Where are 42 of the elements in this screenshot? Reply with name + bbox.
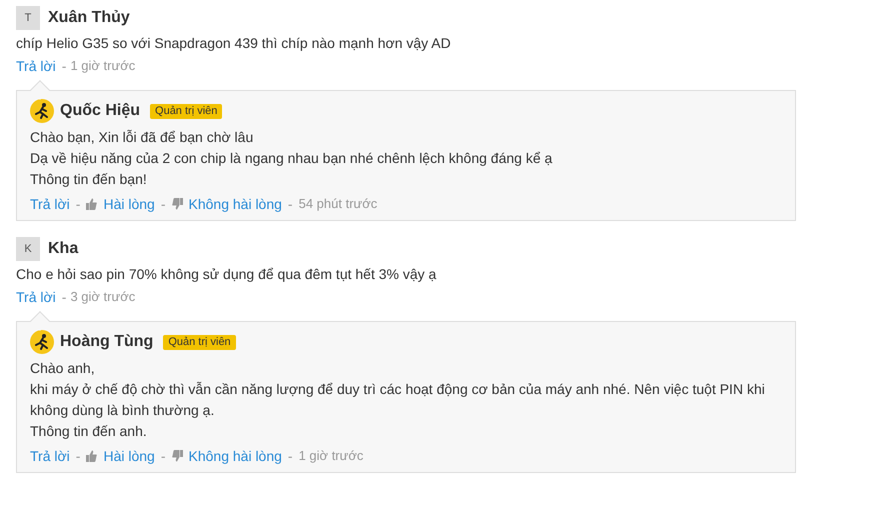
timestamp: 1 giờ trước <box>70 57 136 75</box>
author-name: Hoàng Tùng <box>60 332 154 352</box>
comment-text: chíp Helio G35 so với Snapdragon 439 thì chíp nào mạnh hơn vậy AD <box>16 34 452 53</box>
separator: - <box>62 288 66 307</box>
admin-badge: Quản trị viên <box>150 104 222 118</box>
separator: - <box>76 195 80 214</box>
reply-text: khi máy ở chế độ chờ thì vẫn cần năng lượng để duy trì các hoạt động cơ bản của máy anh nhé. Nên việc tuột PIN khi không dùng là bình thường ạ. <box>30 380 766 420</box>
like-link[interactable]: Hài lòng <box>103 194 155 214</box>
thumbs-down-icon <box>172 198 182 210</box>
reply-text: Dạ về hiệu năng của 2 con chip là ngang nhau bạn nhé chênh lệch không đáng kể ạ <box>30 149 554 168</box>
thumbs-up-icon <box>86 198 98 210</box>
comment-text: Cho e hỏi sao pin 70% không sử dụng để qua đêm tụt hết 3% vậy ạ <box>16 265 438 284</box>
separator: - <box>288 447 293 466</box>
reply-text: Chào bạn, Xin lỗi đã để bạn chờ lâu <box>30 128 254 147</box>
separator: - <box>76 447 80 466</box>
timestamp: 3 giờ trước <box>70 288 136 306</box>
separator: - <box>62 57 66 76</box>
reply-link[interactable]: Trả lời <box>30 194 70 214</box>
author-name: Kha <box>48 239 78 259</box>
separator: - <box>160 447 166 466</box>
runner-avatar-icon <box>30 99 54 123</box>
avatar-initial: K <box>16 237 40 261</box>
reply-link[interactable]: Trả lời <box>30 446 70 466</box>
reply-link[interactable]: Trả lời <box>16 287 56 307</box>
reply-text: Chào anh, <box>30 359 96 378</box>
runner-avatar-icon <box>30 330 54 354</box>
separator: - <box>160 195 166 214</box>
dislike-link[interactable]: Không hài lòng <box>188 194 282 214</box>
dislike-link[interactable]: Không hài lòng <box>188 446 282 466</box>
avatar-initial: T <box>16 6 40 30</box>
author-name: Xuân Thủy <box>48 8 130 28</box>
reply-link[interactable]: Trả lời <box>16 56 56 76</box>
reply-text: Thông tin đến bạn! <box>30 170 148 189</box>
timestamp: 1 giờ trước <box>298 447 364 465</box>
reply-text: Thông tin đến anh. <box>30 422 148 441</box>
admin-badge: Quản trị viên <box>163 334 236 350</box>
like-link[interactable]: Hài lòng <box>103 446 155 466</box>
author-name: Quốc Hiệu <box>60 101 140 121</box>
thumbs-up-icon <box>86 450 98 462</box>
separator: - <box>288 195 293 214</box>
thumbs-down-icon <box>172 450 182 462</box>
timestamp: 54 phút trước <box>298 195 378 213</box>
